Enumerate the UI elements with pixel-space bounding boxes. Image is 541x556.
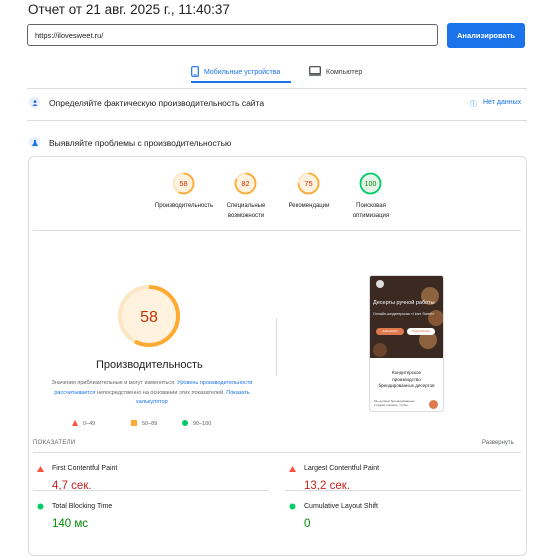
gauge-label-line: возможности — [227, 213, 265, 219]
preview-footer-text: Мы делаем брендированные сладкие подарки… — [374, 399, 415, 407]
performance-gauge-large: 58 — [118, 285, 180, 347]
no-data-link[interactable]: ⓘ Нет данных — [470, 99, 521, 109]
tab-desktop-label: Компьютер — [326, 68, 363, 76]
gauge-accessibility[interactable]: 82 — [234, 172, 257, 195]
divider — [33, 230, 521, 231]
note-text: Значения приблизительные и могут изменят… — [51, 380, 176, 386]
performance-score: 58 — [140, 309, 158, 326]
green-circle-icon — [37, 497, 44, 515]
legend-good-label: 90–100 — [193, 421, 212, 427]
metric-name: Cumulative Layout Shift — [304, 502, 378, 510]
gauge-label-line: Производительность — [154, 203, 214, 209]
preview-more-button: ПОДРОБНЕЕ — [407, 328, 435, 335]
performance-note: Значения приблизительные и могут изменят… — [47, 379, 257, 408]
divider — [27, 120, 527, 121]
preview-body-text: Кондитерское производство брендированных… — [378, 370, 435, 388]
legend-bad: 0–49 — [72, 420, 95, 428]
red-triangle-icon — [289, 459, 296, 477]
no-data-label: Нет данных — [483, 99, 522, 106]
preview-hero-sub: Онлайн-кондитерская «I love Sweet» — [373, 312, 435, 316]
preview-hero: Десерты ручной работы Онлайн-кондитерска… — [370, 276, 443, 358]
preview-chat-button — [429, 400, 438, 409]
orange-square-icon — [131, 420, 137, 428]
gauge-value: 75 — [304, 179, 312, 188]
divider — [33, 452, 521, 453]
gauge-seo[interactable]: 100 — [359, 172, 382, 195]
metric-fcp: First Contentful Paint 4,7 сек. — [37, 459, 117, 492]
legend-bad-label: 0–49 — [83, 421, 96, 427]
legend-mid: 50–89 — [131, 420, 157, 428]
gauge-label-line: Специальные — [226, 203, 266, 209]
tab-mobile[interactable]: Мобильные устройства — [191, 66, 280, 79]
metric-value: 0 — [304, 518, 311, 530]
users-icon — [29, 97, 40, 108]
analyze-button[interactable]: Анализировать — [447, 23, 525, 48]
tab-desktop[interactable]: Компьютер — [309, 66, 362, 78]
metrics-header: ПОКАЗАТЕЛИ — [33, 440, 76, 446]
gauge-label-performance: Производительность — [150, 201, 218, 211]
green-circle-icon — [289, 497, 296, 515]
gauge-label-accessibility: Специальные возможности — [218, 201, 274, 221]
gauge-label-line: оптимизация — [352, 213, 390, 219]
red-triangle-icon — [37, 459, 44, 477]
metric-lcp: Largest Contentful Paint 13,2 сек. — [289, 459, 379, 492]
tab-active-indicator — [191, 81, 291, 83]
smartphone-icon — [191, 66, 199, 79]
performance-label: Производительность — [96, 359, 203, 371]
gauge-value: 100 — [365, 181, 377, 188]
metric-name: Largest Contentful Paint — [304, 464, 380, 472]
divider — [285, 490, 521, 491]
metric-name: First Contentful Paint — [52, 464, 118, 472]
divider — [27, 88, 527, 89]
flask-icon — [29, 137, 40, 148]
note-text: непосредственно на основании этих показа… — [96, 389, 225, 396]
metric-name: Total Blocking Time — [52, 502, 113, 510]
lab-data-title: Выявляйте проблемы с производительностью — [49, 137, 232, 148]
gauge-performance[interactable]: 58 — [172, 172, 195, 195]
tab-mobile-label: Мобильные устройства — [204, 69, 281, 76]
gauge-value: 58 — [179, 179, 187, 188]
gauge-label-line: Рекомендации — [288, 203, 330, 209]
gauge-label-seo: Поисковая оптимизация — [344, 201, 398, 221]
page-title: Отчет от 21 авг. 2025 г., 11:40:37 — [28, 2, 230, 17]
metric-value: 140 мс — [52, 518, 89, 530]
preview-order-button: ЗАКАЗАТЬ — [376, 328, 404, 335]
gauge-best-practices[interactable]: 75 — [297, 172, 320, 195]
red-triangle-icon — [72, 420, 78, 428]
divider — [276, 318, 277, 376]
green-circle-icon — [182, 420, 188, 428]
gauge-label-line: Поисковая — [356, 203, 386, 209]
metric-tbt: Total Blocking Time 140 мс — [37, 497, 112, 530]
field-data-title: Определяйте фактическую производительнос… — [49, 97, 265, 108]
field-data-row[interactable]: Определяйте фактическую производительнос… — [29, 97, 264, 108]
metric-cls: Cumulative Layout Shift 0 — [289, 497, 378, 530]
report-card — [28, 156, 527, 556]
expand-button[interactable]: Развернуть — [482, 440, 514, 446]
gauge-value: 82 — [241, 179, 249, 188]
legend-mid-label: 50–89 — [142, 421, 158, 427]
legend-good: 90–100 — [182, 420, 211, 428]
lab-data-row[interactable]: Выявляйте проблемы с производительностью — [29, 137, 231, 148]
gauge-label-best-practices: Рекомендации — [280, 201, 338, 211]
preview-logo — [376, 280, 384, 288]
info-icon: ⓘ — [470, 101, 477, 108]
page-screenshot-preview: Десерты ручной работы Онлайн-кондитерска… — [369, 275, 444, 412]
divider — [33, 490, 269, 491]
desktop-icon — [309, 66, 321, 78]
url-input[interactable]: https://ilovesweet.ru/ — [27, 24, 438, 46]
preview-hero-title: Десерты ручной работы — [373, 300, 435, 306]
